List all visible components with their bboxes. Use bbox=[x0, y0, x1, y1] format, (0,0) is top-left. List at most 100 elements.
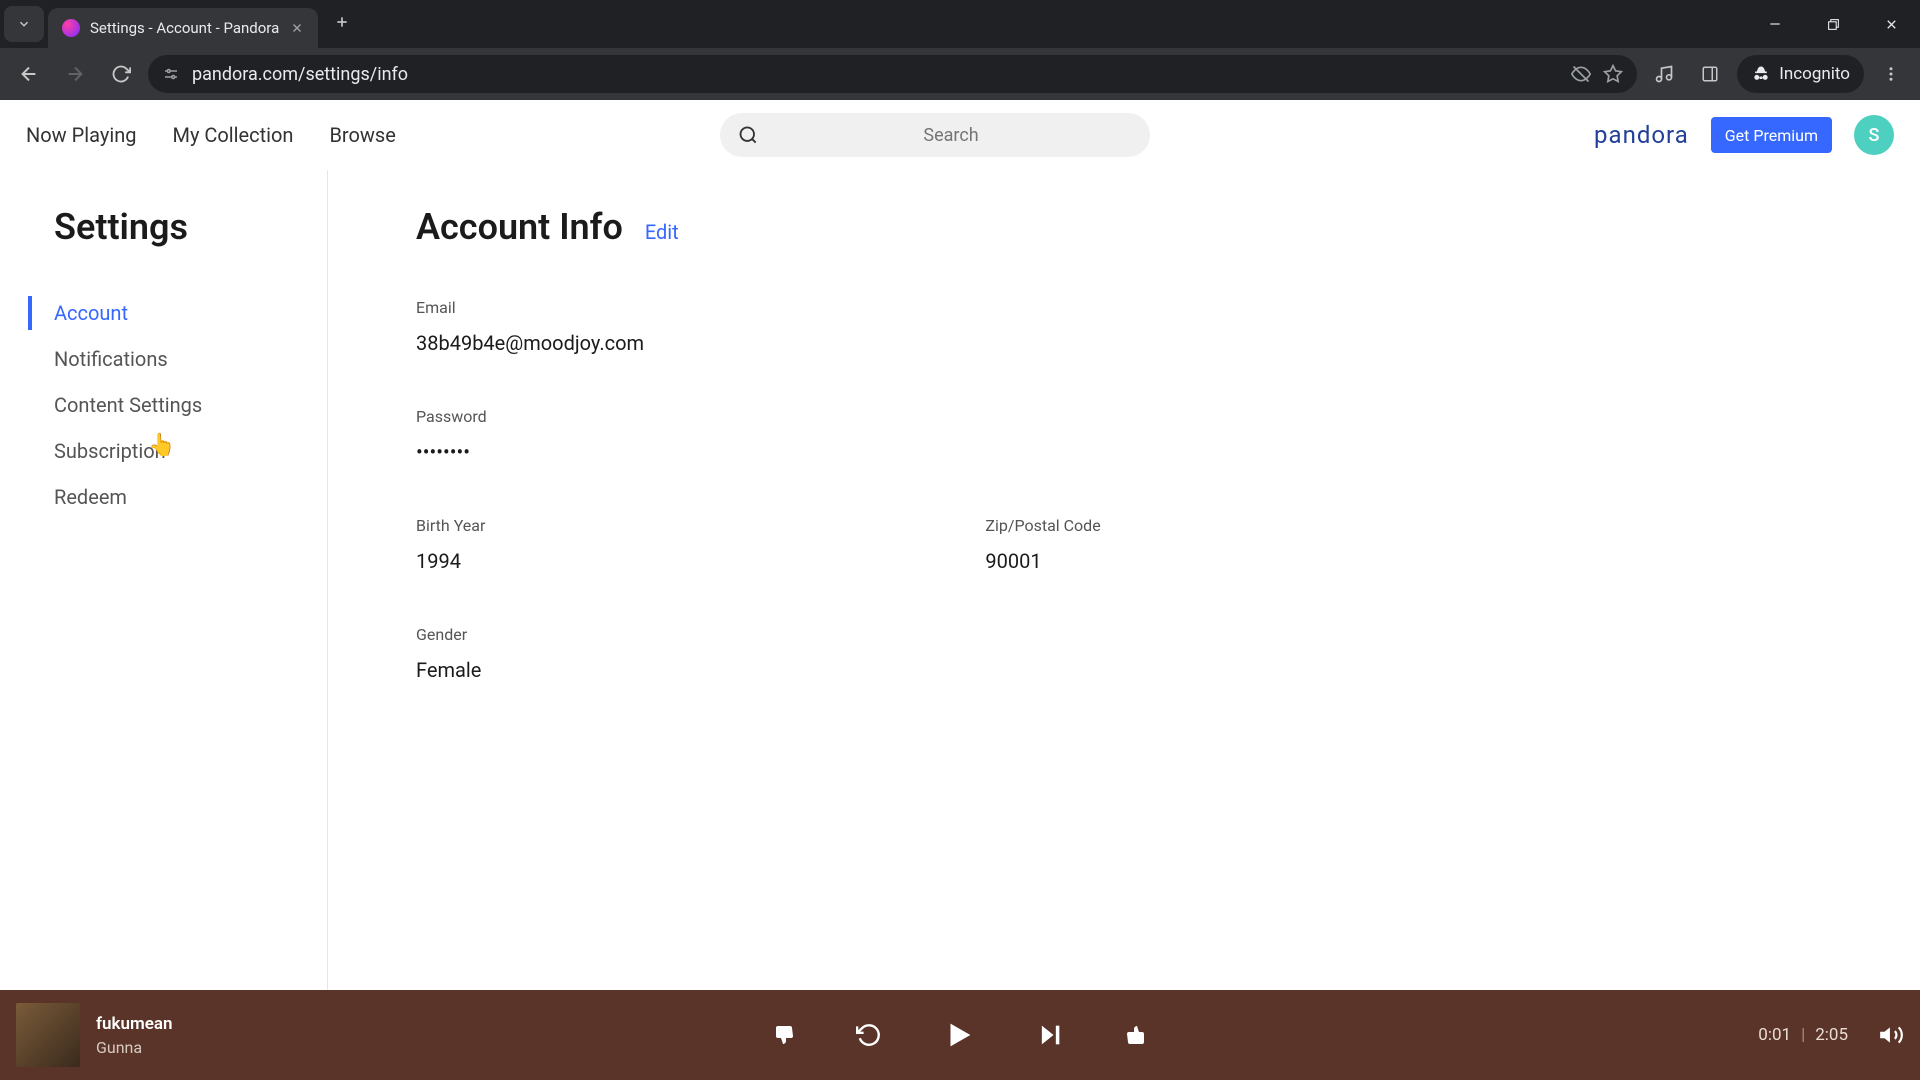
media-control-button[interactable] bbox=[1645, 55, 1683, 93]
sidebar-item-content-settings[interactable]: Content Settings bbox=[54, 382, 327, 428]
sidebar-item-redeem[interactable]: Redeem bbox=[54, 474, 327, 520]
settings-title: Settings bbox=[54, 206, 327, 248]
new-tab-button[interactable] bbox=[326, 6, 358, 38]
sidebar-item-notifications[interactable]: Notifications bbox=[54, 336, 327, 382]
window-close-button[interactable] bbox=[1862, 0, 1920, 48]
music-note-icon bbox=[1654, 64, 1674, 84]
player-bar: fukumean Gunna 0:01 | 2:05 bbox=[0, 990, 1920, 1080]
side-panel-button[interactable] bbox=[1691, 55, 1729, 93]
replay-button[interactable] bbox=[856, 1022, 882, 1048]
password-value: •••••••• bbox=[416, 440, 1920, 464]
search-box[interactable] bbox=[720, 113, 1150, 157]
browser-titlebar: Settings - Account - Pandora bbox=[0, 0, 1920, 48]
tab-close-button[interactable] bbox=[290, 21, 304, 35]
nav-my-collection[interactable]: My Collection bbox=[172, 123, 293, 147]
window-maximize-button[interactable] bbox=[1804, 0, 1862, 48]
primary-nav: Now Playing My Collection Browse bbox=[26, 123, 396, 147]
incognito-indicator-icon[interactable] bbox=[1571, 64, 1591, 84]
browser-toolbar: pandora.com/settings/info Incognito bbox=[0, 48, 1920, 100]
track-title[interactable]: fukumean bbox=[96, 1014, 173, 1034]
skip-button[interactable] bbox=[1036, 1021, 1064, 1049]
tab-search-button[interactable] bbox=[4, 6, 44, 42]
thumbs-down-icon bbox=[772, 1023, 796, 1047]
minimize-icon bbox=[1768, 17, 1782, 31]
track-artist[interactable]: Gunna bbox=[96, 1038, 173, 1057]
field-birth-year: Birth Year 1994 bbox=[416, 516, 485, 573]
panel-icon bbox=[1701, 65, 1719, 83]
nav-now-playing[interactable]: Now Playing bbox=[26, 123, 136, 147]
thumbs-up-icon bbox=[1124, 1023, 1148, 1047]
sidebar-item-account[interactable]: Account bbox=[54, 290, 327, 336]
replay-icon bbox=[856, 1022, 882, 1048]
field-email: Email 38b49b4e@moodjoy.com bbox=[416, 298, 1920, 355]
url-text: pandora.com/settings/info bbox=[192, 64, 1559, 85]
bookmark-button[interactable] bbox=[1603, 64, 1623, 84]
album-art[interactable] bbox=[16, 1003, 80, 1067]
nav-forward-button[interactable] bbox=[56, 55, 94, 93]
time-elapsed: 0:01 bbox=[1758, 1025, 1791, 1045]
zip-label: Zip/Postal Code bbox=[985, 516, 1100, 535]
time-duration: 2:05 bbox=[1815, 1025, 1848, 1045]
reload-icon bbox=[111, 64, 131, 84]
tab-title: Settings - Account - Pandora bbox=[90, 19, 279, 37]
zip-value: 90001 bbox=[985, 549, 1100, 573]
birthyear-value: 1994 bbox=[416, 549, 485, 573]
track-info: fukumean Gunna bbox=[96, 1014, 173, 1057]
arrow-left-icon bbox=[18, 63, 40, 85]
nav-browse[interactable]: Browse bbox=[329, 123, 395, 147]
field-password: Password •••••••• bbox=[416, 407, 1920, 464]
close-icon bbox=[1884, 17, 1899, 32]
sidebar-item-subscription[interactable]: Subscription bbox=[54, 428, 327, 474]
tune-icon bbox=[162, 65, 180, 83]
edit-link[interactable]: Edit bbox=[645, 220, 679, 244]
arrow-right-icon bbox=[64, 63, 86, 85]
search-input[interactable] bbox=[770, 125, 1132, 146]
incognito-icon bbox=[1751, 64, 1771, 84]
nav-reload-button[interactable] bbox=[102, 55, 140, 93]
incognito-chip[interactable]: Incognito bbox=[1737, 55, 1864, 93]
pandora-favicon bbox=[62, 19, 80, 37]
email-value: 38b49b4e@moodjoy.com bbox=[416, 331, 1920, 355]
nav-back-button[interactable] bbox=[10, 55, 48, 93]
browser-tab[interactable]: Settings - Account - Pandora bbox=[48, 8, 318, 48]
site-settings-button[interactable] bbox=[162, 65, 180, 83]
settings-sidebar: Settings Account Notifications Content S… bbox=[0, 170, 328, 990]
user-avatar[interactable]: S bbox=[1854, 115, 1894, 155]
page-title: Account Info bbox=[416, 206, 623, 248]
thumbs-up-button[interactable] bbox=[1124, 1023, 1148, 1047]
volume-icon bbox=[1878, 1022, 1904, 1048]
eye-off-icon bbox=[1571, 64, 1591, 84]
player-controls bbox=[772, 1018, 1148, 1052]
settings-main: Account Info Edit Email 38b49b4e@moodjoy… bbox=[328, 170, 1920, 990]
time-separator: | bbox=[1801, 1025, 1805, 1045]
gender-value: Female bbox=[416, 658, 1920, 682]
maximize-icon bbox=[1827, 18, 1840, 31]
birthyear-label: Birth Year bbox=[416, 516, 485, 535]
field-gender: Gender Female bbox=[416, 625, 1920, 682]
page-body: Now Playing My Collection Browse pandora… bbox=[0, 100, 1920, 990]
star-icon bbox=[1603, 64, 1623, 84]
password-label: Password bbox=[416, 407, 1920, 426]
email-label: Email bbox=[416, 298, 1920, 317]
play-icon bbox=[942, 1018, 976, 1052]
address-bar[interactable]: pandora.com/settings/info bbox=[148, 55, 1637, 93]
site-header: Now Playing My Collection Browse pandora… bbox=[0, 100, 1920, 170]
play-button[interactable] bbox=[942, 1018, 976, 1052]
get-premium-button[interactable]: Get Premium bbox=[1711, 117, 1832, 153]
settings-layout: Settings Account Notifications Content S… bbox=[0, 170, 1920, 990]
search-icon bbox=[738, 124, 758, 146]
header-right: pandora Get Premium S bbox=[1594, 115, 1894, 155]
volume-button[interactable] bbox=[1878, 1022, 1904, 1048]
field-zip: Zip/Postal Code 90001 bbox=[985, 516, 1100, 573]
close-icon bbox=[290, 21, 304, 35]
incognito-label: Incognito bbox=[1779, 64, 1850, 84]
window-controls bbox=[1746, 0, 1920, 48]
gender-label: Gender bbox=[416, 625, 1920, 644]
skip-forward-icon bbox=[1036, 1021, 1064, 1049]
dots-vertical-icon bbox=[1882, 65, 1900, 83]
window-minimize-button[interactable] bbox=[1746, 0, 1804, 48]
pandora-logo[interactable]: pandora bbox=[1594, 121, 1689, 149]
chrome-menu-button[interactable] bbox=[1872, 55, 1910, 93]
thumbs-down-button[interactable] bbox=[772, 1023, 796, 1047]
time-display: 0:01 | 2:05 bbox=[1758, 1025, 1848, 1045]
